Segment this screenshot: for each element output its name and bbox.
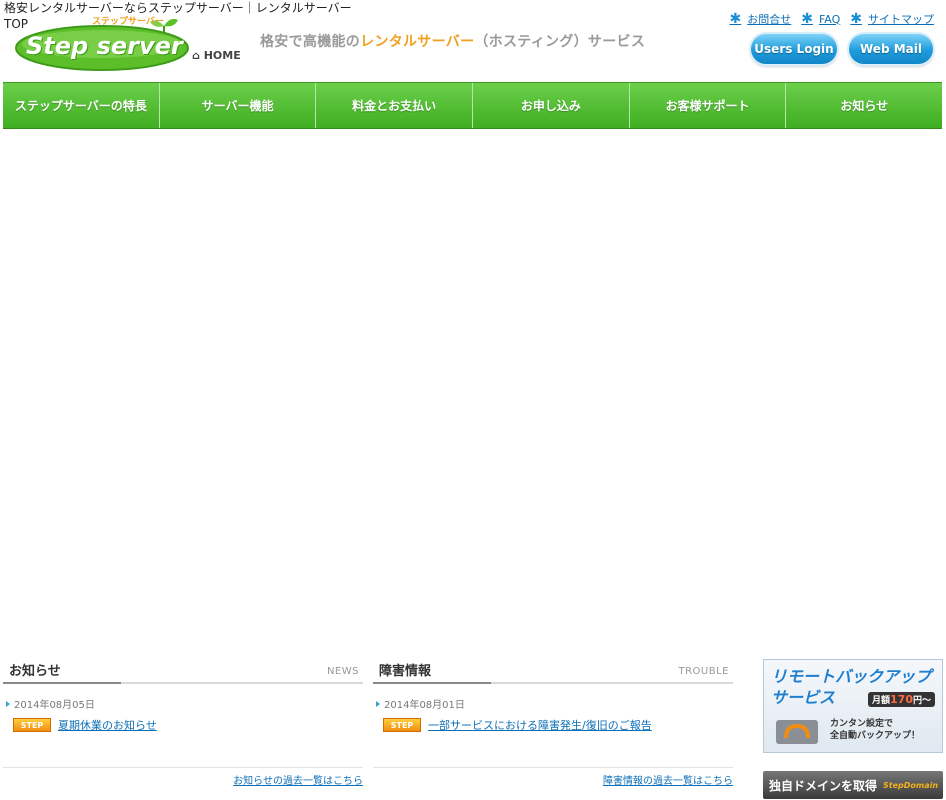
news-title-en: NEWS xyxy=(326,666,359,677)
nav-item-features[interactable]: ステップサーバーの特長 xyxy=(3,83,160,128)
step-badge: STEP xyxy=(13,718,51,732)
trouble-panel-header: 障害情報 TROUBLE xyxy=(373,656,733,684)
faq-link-label: FAQ xyxy=(818,12,841,26)
nav-item-pricing[interactable]: 料金とお支払い xyxy=(316,83,474,128)
asterisk-icon: ✱ xyxy=(729,11,742,27)
news-date-row: 2014年08月05日 xyxy=(6,696,363,711)
news-panel-header: お知らせ NEWS xyxy=(3,656,363,684)
news-date: 2014年08月05日 xyxy=(14,700,95,711)
faq-link[interactable]: ✱ FAQ xyxy=(801,11,840,27)
nav-item-apply[interactable]: お申し込み xyxy=(473,83,630,128)
logo-ruby: ステップサーバー xyxy=(92,17,164,27)
triangle-bullet-icon xyxy=(6,700,10,707)
global-nav: ステップサーバーの特長 サーバー機能 料金とお支払い お申し込み お客様サポート… xyxy=(3,82,942,129)
tagline-pre: 格安で高機能の xyxy=(260,34,361,50)
stepdomain-logo: StepDomain xyxy=(883,780,939,790)
news-footer: お知らせの過去一覧はこちら xyxy=(3,767,363,787)
triangle-bullet-icon xyxy=(376,700,380,707)
news-panel: お知らせ NEWS 2014年08月05日 STEP 夏期休業のお知らせ お知ら… xyxy=(3,656,363,787)
contact-link[interactable]: ✱ お問合せ xyxy=(729,11,791,27)
sitemap-link-label: サイトマップ xyxy=(868,13,934,26)
backup-line2: サービス xyxy=(771,688,836,707)
home-label: HOME xyxy=(203,49,241,62)
domain-banner-label: 独自ドメインを取得 xyxy=(769,778,878,793)
home-icon: ⌂ xyxy=(192,49,204,62)
tagline: 格安で高機能のレンタルサーバー（ホスティング）サービス xyxy=(260,31,645,51)
tagline-accent: レンタルサーバー xyxy=(360,34,475,50)
domain-banner[interactable]: 独自ドメインを取得 StepDomain xyxy=(763,771,943,799)
backup-drive-icon xyxy=(776,720,818,744)
nav-item-news[interactable]: お知らせ xyxy=(786,83,942,128)
stepserver-logo[interactable]: Step server ステップサーバー xyxy=(14,14,190,72)
asterisk-icon: ✱ xyxy=(801,11,813,27)
backup-banner-desc: カンタン設定で全自動バックアップ！ xyxy=(830,718,920,742)
backup-desc2: 全自動バックアップ！ xyxy=(830,731,921,741)
remote-backup-banner[interactable]: リモートバックアップ サービス 月額170円〜 カンタン設定で全自動バックアップ！ xyxy=(763,659,943,753)
trouble-panel: 障害情報 TROUBLE 2014年08月01日 STEP 一部サービスにおける… xyxy=(373,656,733,787)
asterisk-icon: ✱ xyxy=(850,11,862,27)
nav-item-support[interactable]: お客様サポート xyxy=(630,83,787,128)
trouble-footer: 障害情報の過去一覧はこちら xyxy=(373,767,733,787)
backup-price-post: 円〜 xyxy=(912,696,931,706)
news-entry: STEP 夏期休業のお知らせ xyxy=(13,717,363,733)
users-login-button[interactable]: Users Login xyxy=(751,34,837,64)
backup-line1: リモートバックアップ xyxy=(771,667,932,686)
backup-price-pre: 月額 xyxy=(872,696,891,706)
sitemap-link[interactable]: ✱ サイトマップ xyxy=(850,11,934,27)
home-link[interactable]: ⌂ HOME xyxy=(192,49,241,62)
trouble-item-link[interactable]: 一部サービスにおける障害発生/復旧のご報告 xyxy=(428,717,652,733)
trouble-archive-link[interactable]: 障害情報の過去一覧はこちら xyxy=(603,772,733,787)
web-mail-button[interactable]: Web Mail xyxy=(849,34,933,64)
tagline-post: （ホスティング）サービス xyxy=(474,34,646,50)
news-item-link[interactable]: 夏期休業のお知らせ xyxy=(58,717,157,733)
backup-price: 170 xyxy=(890,693,913,706)
trouble-title: 障害情報 xyxy=(379,664,432,679)
step-badge: STEP xyxy=(383,718,421,732)
backup-desc1: カンタン設定で xyxy=(830,719,894,729)
trouble-date: 2014年08月01日 xyxy=(384,700,465,711)
news-title: お知らせ xyxy=(9,664,61,679)
contact-link-label: お問合せ xyxy=(747,13,792,26)
top-links: ✱ お問合せ ✱ FAQ ✱ サイトマップ xyxy=(729,11,934,27)
nav-item-server-functions[interactable]: サーバー機能 xyxy=(160,83,317,128)
news-archive-link[interactable]: お知らせの過去一覧はこちら xyxy=(233,772,363,787)
trouble-entry: STEP 一部サービスにおける障害発生/復旧のご報告 xyxy=(383,717,733,733)
backup-price-badge: 月額170円〜 xyxy=(868,692,935,707)
trouble-date-row: 2014年08月01日 xyxy=(376,696,733,711)
trouble-title-en: TROUBLE xyxy=(678,666,729,677)
logo-text: Step server xyxy=(26,32,183,60)
